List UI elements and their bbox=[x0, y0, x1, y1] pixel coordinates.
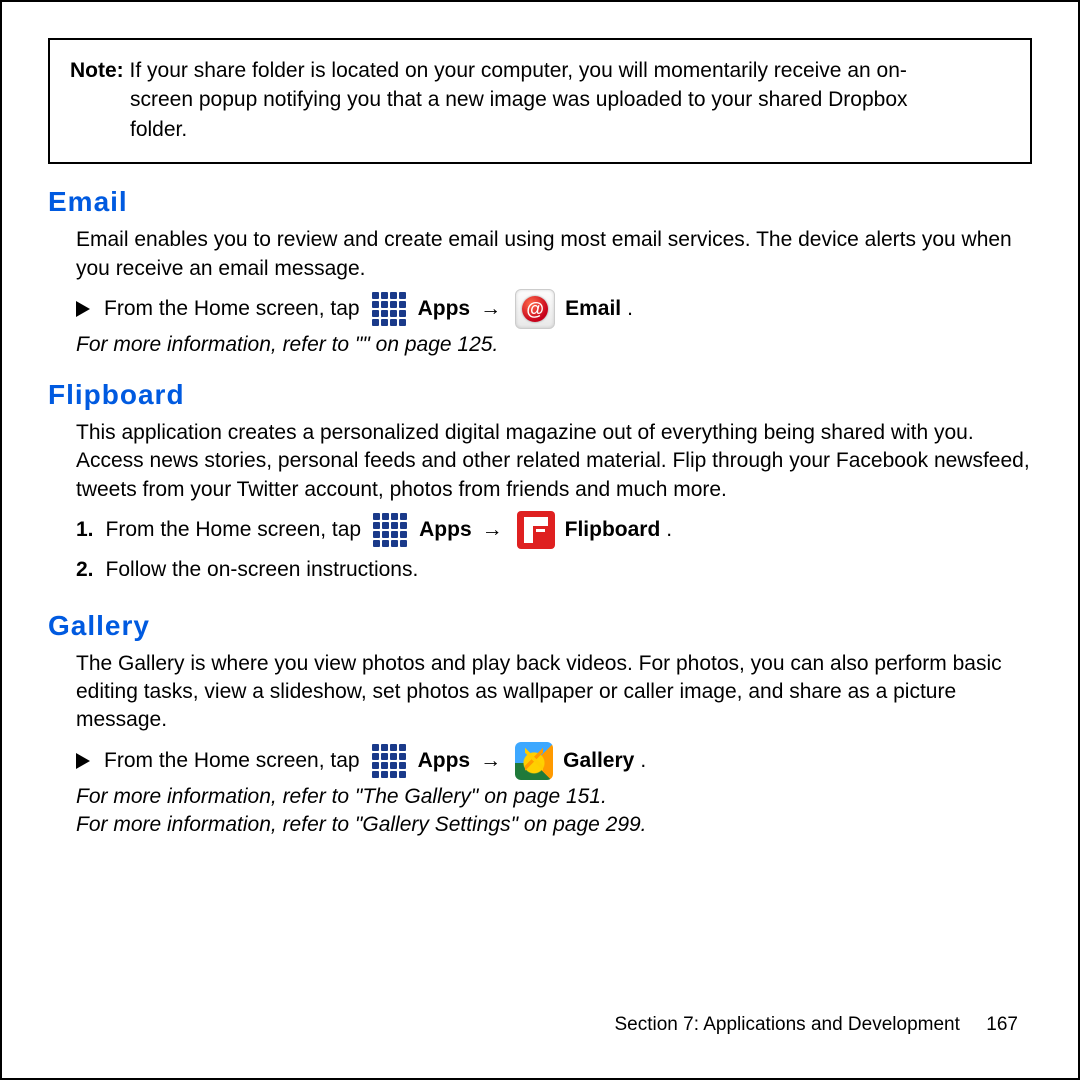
note-line3: folder. bbox=[70, 115, 1010, 144]
gallery-app-icon bbox=[515, 742, 553, 780]
period: . bbox=[627, 291, 633, 327]
note-text: Note: If your share folder is located on… bbox=[70, 56, 1010, 144]
step-text: From the Home screen, tap bbox=[106, 512, 362, 548]
note-line2: screen popup notifying you that a new im… bbox=[70, 85, 1010, 114]
flipboard-step2: 2. Follow the on-screen instructions. bbox=[76, 552, 1032, 588]
email-description: Email enables you to review and create e… bbox=[76, 226, 1032, 283]
triangle-bullet-icon bbox=[76, 753, 90, 769]
gallery-target-label: Gallery bbox=[563, 743, 634, 779]
page-footer: Section 7: Applications and Development … bbox=[615, 1014, 1019, 1036]
arrow-icon: → bbox=[480, 743, 501, 779]
manual-page: Note: If your share folder is located on… bbox=[0, 0, 1080, 1080]
flipboard-description: This application creates a personalized … bbox=[76, 419, 1032, 504]
apps-label: Apps bbox=[418, 291, 471, 327]
note-label: Note: bbox=[70, 59, 124, 82]
step-text: Follow the on-screen instructions. bbox=[106, 552, 419, 588]
step-number: 1. bbox=[76, 512, 94, 548]
flipboard-target-label: Flipboard bbox=[565, 512, 661, 548]
heading-gallery: Gallery bbox=[48, 610, 1032, 642]
heading-flipboard: Flipboard bbox=[48, 379, 1032, 411]
apps-label: Apps bbox=[418, 743, 471, 779]
flipboard-step1: 1. From the Home screen, tap Apps → Flip… bbox=[76, 510, 1032, 550]
flipboard-app-icon bbox=[517, 511, 555, 549]
apps-grid-icon bbox=[369, 741, 409, 781]
email-reference: For more information, refer to "" on pag… bbox=[76, 333, 1032, 357]
step-text: From the Home screen, tap bbox=[104, 743, 360, 779]
triangle-bullet-icon bbox=[76, 301, 90, 317]
step-number: 2. bbox=[76, 552, 94, 588]
arrow-icon: → bbox=[480, 291, 501, 327]
period: . bbox=[640, 743, 646, 779]
period: . bbox=[666, 512, 672, 548]
gallery-reference-1: For more information, refer to "The Gall… bbox=[76, 785, 1032, 809]
apps-grid-icon bbox=[369, 289, 409, 329]
email-target-label: Email bbox=[565, 291, 621, 327]
email-step: From the Home screen, tap Apps → @ Email… bbox=[76, 289, 1032, 329]
heading-email: Email bbox=[48, 186, 1032, 218]
footer-page-number: 167 bbox=[986, 1014, 1018, 1035]
gallery-reference-2: For more information, refer to "Gallery … bbox=[76, 813, 1032, 837]
email-app-icon: @ bbox=[515, 289, 555, 329]
step-text: From the Home screen, tap bbox=[104, 291, 360, 327]
apps-label: Apps bbox=[419, 512, 472, 548]
arrow-icon: → bbox=[482, 512, 503, 548]
note-line1: If your share folder is located on your … bbox=[124, 59, 907, 82]
gallery-step: From the Home screen, tap Apps → Gallery… bbox=[76, 741, 1032, 781]
apps-grid-icon bbox=[370, 510, 410, 550]
footer-section: Section 7: Applications and Development bbox=[615, 1014, 960, 1035]
gallery-description: The Gallery is where you view photos and… bbox=[76, 650, 1032, 735]
note-box: Note: If your share folder is located on… bbox=[48, 38, 1032, 164]
